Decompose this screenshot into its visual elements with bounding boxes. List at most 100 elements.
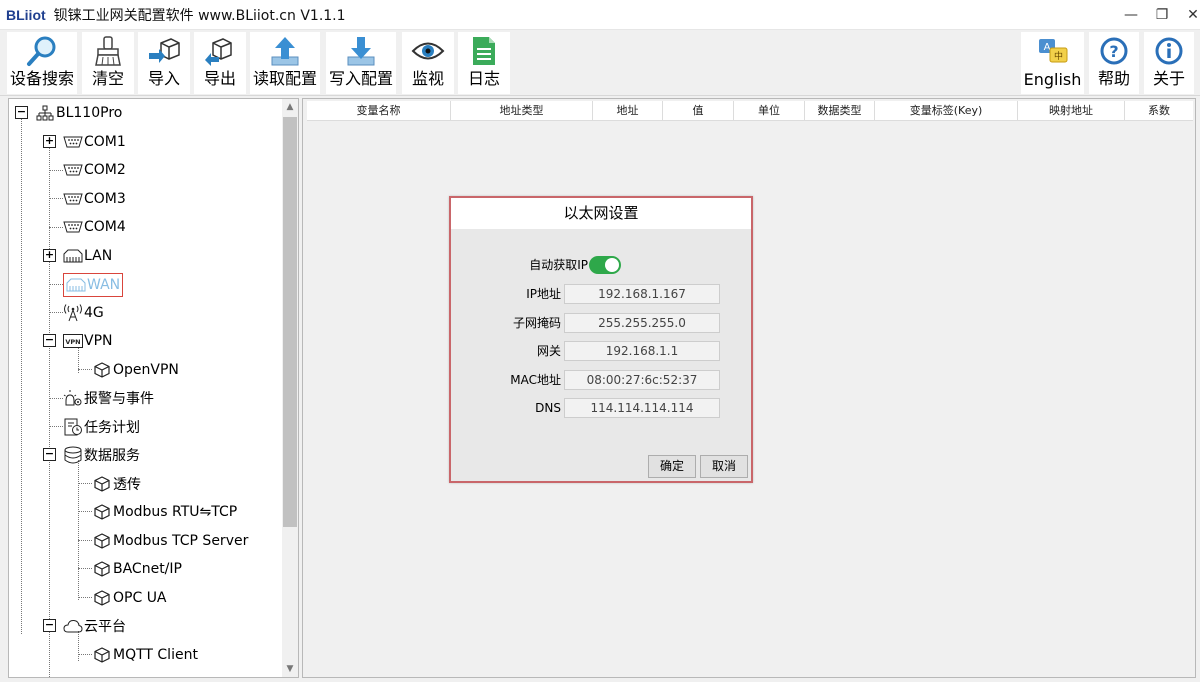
serial-port-icon [63,161,83,179]
log-button[interactable]: 日志 [457,31,511,95]
title-bar: BLiiot 钡铼工业网关配置软件 www.BLiiot.cn V1.1.1 [0,0,1200,30]
collapse-toggle[interactable]: − [43,334,56,347]
column-header[interactable]: 值 [663,101,734,121]
collapse-toggle[interactable]: − [15,106,28,119]
tree-node-lan[interactable]: LAN [63,245,112,267]
database-icon [63,446,83,464]
mac-label: MAC地址 [510,373,561,387]
tree-node-com4[interactable]: COM4 [63,216,126,238]
gateway-label: 网关 [536,344,561,358]
device-tree[interactable]: − BL110Pro + COM1 COM2 COM3 COM4 + LAN W… [8,98,299,678]
tree-connector [78,460,79,600]
cube-icon [92,503,112,521]
device-search-button[interactable]: 设备搜索 [6,31,78,95]
scrollbar-thumb[interactable] [283,117,297,527]
ip-label: IP地址 [526,287,561,301]
tree-node-4g[interactable]: 4G [63,302,104,324]
download-arrow-icon [343,34,379,68]
tree-connector [49,141,50,677]
column-header[interactable]: 地址 [593,101,663,121]
cube-icon [92,646,112,664]
column-header[interactable]: 地址类型 [451,101,593,121]
column-header[interactable]: 映射地址 [1018,101,1125,121]
cube-icon [92,560,112,578]
tree-node-data-service[interactable]: 数据服务 [63,444,140,466]
upload-arrow-icon [267,34,303,68]
collapse-toggle[interactable]: − [43,448,56,461]
dns-field[interactable]: 114.114.114.114 [564,398,720,418]
monitor-button[interactable]: 监视 [401,31,455,95]
cancel-button[interactable]: 取消 [700,455,748,478]
auto-ip-label: 自动获取IP [529,258,588,272]
window-title: 钡铼工业网关配置软件 www.BLiiot.cn V1.1.1 [53,7,346,24]
app-logo: BLiiot [6,6,46,23]
question-icon: ? [1096,34,1132,68]
tree-node-wan[interactable]: WAN [63,273,124,297]
alarm-gear-icon [63,389,83,407]
gateway-row: 网关 192.168.1.1 [451,341,751,361]
column-header[interactable]: 数据类型 [805,101,875,121]
tree-node-passthrough[interactable]: 透传 [92,473,141,495]
dns-label: DNS [535,401,561,415]
tree-node-modbus-tcp-server[interactable]: Modbus TCP Server [92,530,248,552]
toggle-knob [605,258,619,272]
antenna-icon [63,304,83,322]
about-button[interactable]: 关于 [1143,31,1195,95]
tree-node-cloud[interactable]: 云平台 [63,615,126,637]
read-config-button[interactable]: 读取配置 [249,31,321,95]
network-tree-icon [35,104,55,122]
auto-ip-toggle[interactable] [589,256,621,274]
cube-icon [92,361,112,379]
tree-node-alarm[interactable]: 报警与事件 [63,387,154,409]
collapse-toggle[interactable]: − [43,619,56,632]
scroll-down-icon[interactable]: ▼ [282,661,298,677]
task-clock-icon [63,418,83,436]
tree-node-com1[interactable]: COM1 [63,131,126,153]
gateway-field[interactable]: 192.168.1.1 [564,341,720,361]
serial-port-icon [63,218,83,236]
tree-scrollbar[interactable]: ▲ ▼ [282,99,298,677]
tree-node-modbus-rtu-tcp[interactable]: Modbus RTU⇋TCP [92,501,237,523]
dialog-title: 以太网设置 [451,198,751,229]
expand-toggle[interactable]: + [43,135,56,148]
tree-node-opcua[interactable]: OPC UA [92,587,167,609]
tree-node-task[interactable]: 任务计划 [63,416,140,438]
document-icon [466,34,502,68]
export-button[interactable]: 导出 [193,31,247,95]
tree-node-bacnet[interactable]: BACnet/IP [92,558,182,580]
broom-icon [90,34,126,68]
expand-toggle[interactable]: + [43,249,56,262]
column-header[interactable]: 变量名称 [307,101,451,121]
mask-row: 子网掩码 255.255.255.0 [451,313,751,333]
write-config-button[interactable]: 写入配置 [325,31,397,95]
mac-field[interactable]: 08:00:27:6c:52:37 [564,370,720,390]
tree-node-root[interactable]: BL110Pro [35,102,122,124]
scroll-up-icon[interactable]: ▲ [282,99,298,115]
export-box-icon [202,34,238,68]
cube-icon [92,475,112,493]
svg-text:中: 中 [1053,50,1062,62]
tree-node-vpn[interactable]: VPN VPN [63,330,113,352]
clear-button[interactable]: 清空 [81,31,135,95]
tree-node-com2[interactable]: COM2 [63,159,126,181]
english-button[interactable]: A中 English [1020,31,1085,95]
ok-button[interactable]: 确定 [648,455,696,478]
tree-node-openvpn[interactable]: OpenVPN [92,359,179,381]
ethernet-port-icon [66,276,86,294]
tree-node-mqtt[interactable]: MQTT Client [92,644,198,666]
column-header[interactable]: 单位 [734,101,805,121]
close-button[interactable]: ✕ [1170,0,1200,30]
cube-icon [92,589,112,607]
serial-port-icon [63,190,83,208]
help-button[interactable]: ? 帮助 [1088,31,1140,95]
import-box-icon [146,34,182,68]
tree-node-com3[interactable]: COM3 [63,188,126,210]
ethernet-settings-dialog: 以太网设置 自动获取IP IP地址 192.168.1.167 子网掩码 255… [449,196,753,483]
mask-field[interactable]: 255.255.255.0 [564,313,720,333]
import-button[interactable]: 导入 [137,31,191,95]
ip-field[interactable]: 192.168.1.167 [564,284,720,304]
column-header[interactable]: 变量标签(Key) [875,101,1018,121]
info-icon [1151,34,1187,68]
ethernet-port-icon [63,247,83,265]
column-header[interactable]: 系数 [1125,101,1193,121]
